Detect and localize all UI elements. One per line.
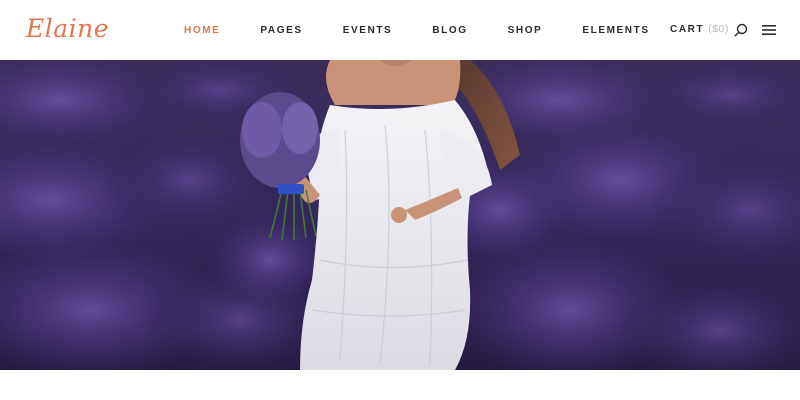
- nav-item-elements[interactable]: ELEMENTS: [582, 25, 649, 36]
- search-icon[interactable]: [734, 23, 748, 37]
- cart-label: CART: [670, 24, 705, 35]
- cart-amount: ($0): [708, 24, 730, 35]
- page-content-area: [0, 370, 800, 400]
- nav-item-home[interactable]: HOME: [184, 25, 220, 36]
- hero-image: [0, 60, 800, 370]
- cart-link[interactable]: CART ($0): [670, 24, 729, 35]
- main-nav: HOME PAGES EVENTS BLOG SHOP ELEMENTS: [184, 0, 690, 60]
- site-logo[interactable]: Elaine: [26, 14, 109, 43]
- hamburger-menu-icon[interactable]: [762, 24, 776, 36]
- nav-item-blog[interactable]: BLOG: [432, 25, 467, 36]
- lavender-field-photo: [0, 60, 800, 370]
- nav-item-pages[interactable]: PAGES: [260, 25, 302, 36]
- nav-item-events[interactable]: EVENTS: [343, 25, 393, 36]
- site-header: Elaine HOME PAGES EVENTS BLOG SHOP ELEME…: [0, 0, 800, 60]
- shoulders: [326, 60, 461, 105]
- nav-item-shop[interactable]: SHOP: [508, 25, 543, 36]
